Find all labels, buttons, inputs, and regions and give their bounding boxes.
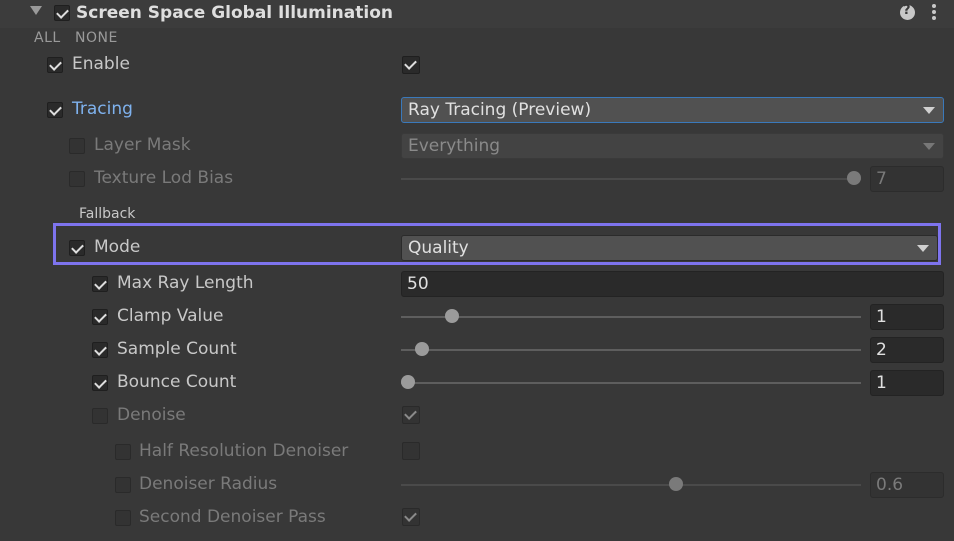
max-ray-length-label: Max Ray Length <box>117 273 254 293</box>
component-enable-checkbox[interactable] <box>54 5 70 21</box>
sample-count-slider-handle[interactable] <box>415 342 429 356</box>
mode-dropdown-value: Quality <box>408 238 469 258</box>
clamp-value-override-checkbox[interactable] <box>92 309 108 325</box>
denoiser-radius-label: Denoiser Radius <box>139 474 278 494</box>
kebab-menu-icon[interactable] <box>932 4 936 22</box>
chevron-down-icon <box>923 143 935 150</box>
second-denoiser-pass-override-checkbox[interactable] <box>115 510 131 526</box>
tracing-label: Tracing <box>72 99 133 119</box>
half-resolution-denoiser-label: Half Resolution Denoiser <box>139 441 349 461</box>
bounce-count-override-checkbox[interactable] <box>92 375 108 391</box>
component-title: Screen Space Global Illumination <box>76 3 393 23</box>
denoise-override-checkbox[interactable] <box>92 408 108 424</box>
half-resolution-denoiser-value-checkbox[interactable] <box>402 442 420 460</box>
second-denoiser-pass-value-checkbox[interactable] <box>402 508 420 526</box>
mode-dropdown[interactable]: Quality <box>401 235 938 261</box>
fallback-section-label: Fallback <box>79 206 136 222</box>
clamp-value-slider-handle[interactable] <box>445 309 459 323</box>
sample-count-label: Sample Count <box>117 339 237 359</box>
bounce-count-field[interactable]: 1 <box>870 370 944 396</box>
clamp-value-field[interactable]: 1 <box>870 304 944 330</box>
second-denoiser-pass-label: Second Denoiser Pass <box>139 507 326 527</box>
mode-label: Mode <box>94 237 141 257</box>
enable-value-checkbox[interactable] <box>402 56 420 74</box>
foldout-arrow-icon[interactable] <box>30 6 42 15</box>
texture-lod-bias-slider-handle[interactable] <box>847 171 861 185</box>
denoiser-radius-override-checkbox[interactable] <box>115 477 131 493</box>
layer-mask-label: Layer Mask <box>94 135 191 155</box>
chevron-down-icon <box>923 107 935 114</box>
texture-lod-bias-override-checkbox[interactable] <box>69 171 85 187</box>
denoiser-radius-slider-handle[interactable] <box>669 477 683 491</box>
texture-lod-bias-field[interactable]: 7 <box>870 166 944 192</box>
none-button[interactable]: NONE <box>75 30 118 46</box>
sample-count-override-checkbox[interactable] <box>92 342 108 358</box>
sample-count-field[interactable]: 2 <box>870 337 944 363</box>
clamp-value-label: Clamp Value <box>117 306 224 326</box>
tracing-dropdown-value: Ray Tracing (Preview) <box>408 100 592 120</box>
denoise-value-checkbox[interactable] <box>402 406 420 424</box>
layer-mask-dropdown-value: Everything <box>408 136 501 156</box>
bounce-count-slider-track[interactable] <box>401 382 861 384</box>
texture-lod-bias-label: Texture Lod Bias <box>94 168 234 188</box>
bounce-count-slider-handle[interactable] <box>401 375 415 389</box>
max-ray-length-override-checkbox[interactable] <box>92 276 108 292</box>
half-resolution-denoiser-override-checkbox[interactable] <box>115 444 131 460</box>
mode-override-checkbox[interactable] <box>69 240 85 256</box>
denoiser-radius-field[interactable]: 0.6 <box>870 472 944 498</box>
bounce-count-label: Bounce Count <box>117 372 237 392</box>
denoise-label: Denoise <box>117 405 186 425</box>
all-button[interactable]: ALL <box>34 30 61 46</box>
texture-lod-bias-slider-track[interactable] <box>401 178 861 180</box>
enable-override-checkbox[interactable] <box>47 57 63 73</box>
max-ray-length-field[interactable]: 50 <box>401 271 944 297</box>
enable-label: Enable <box>72 54 130 74</box>
tracing-dropdown[interactable]: Ray Tracing (Preview) <box>401 97 944 123</box>
layer-mask-dropdown[interactable]: Everything <box>401 133 944 159</box>
sample-count-slider-track[interactable] <box>401 349 861 351</box>
clamp-value-slider-track[interactable] <box>401 316 861 318</box>
denoiser-radius-slider-track[interactable] <box>401 484 861 486</box>
tracing-override-checkbox[interactable] <box>47 102 63 118</box>
help-icon[interactable]: ? <box>900 3 915 20</box>
layer-mask-override-checkbox[interactable] <box>69 138 85 154</box>
chevron-down-icon <box>917 245 929 252</box>
